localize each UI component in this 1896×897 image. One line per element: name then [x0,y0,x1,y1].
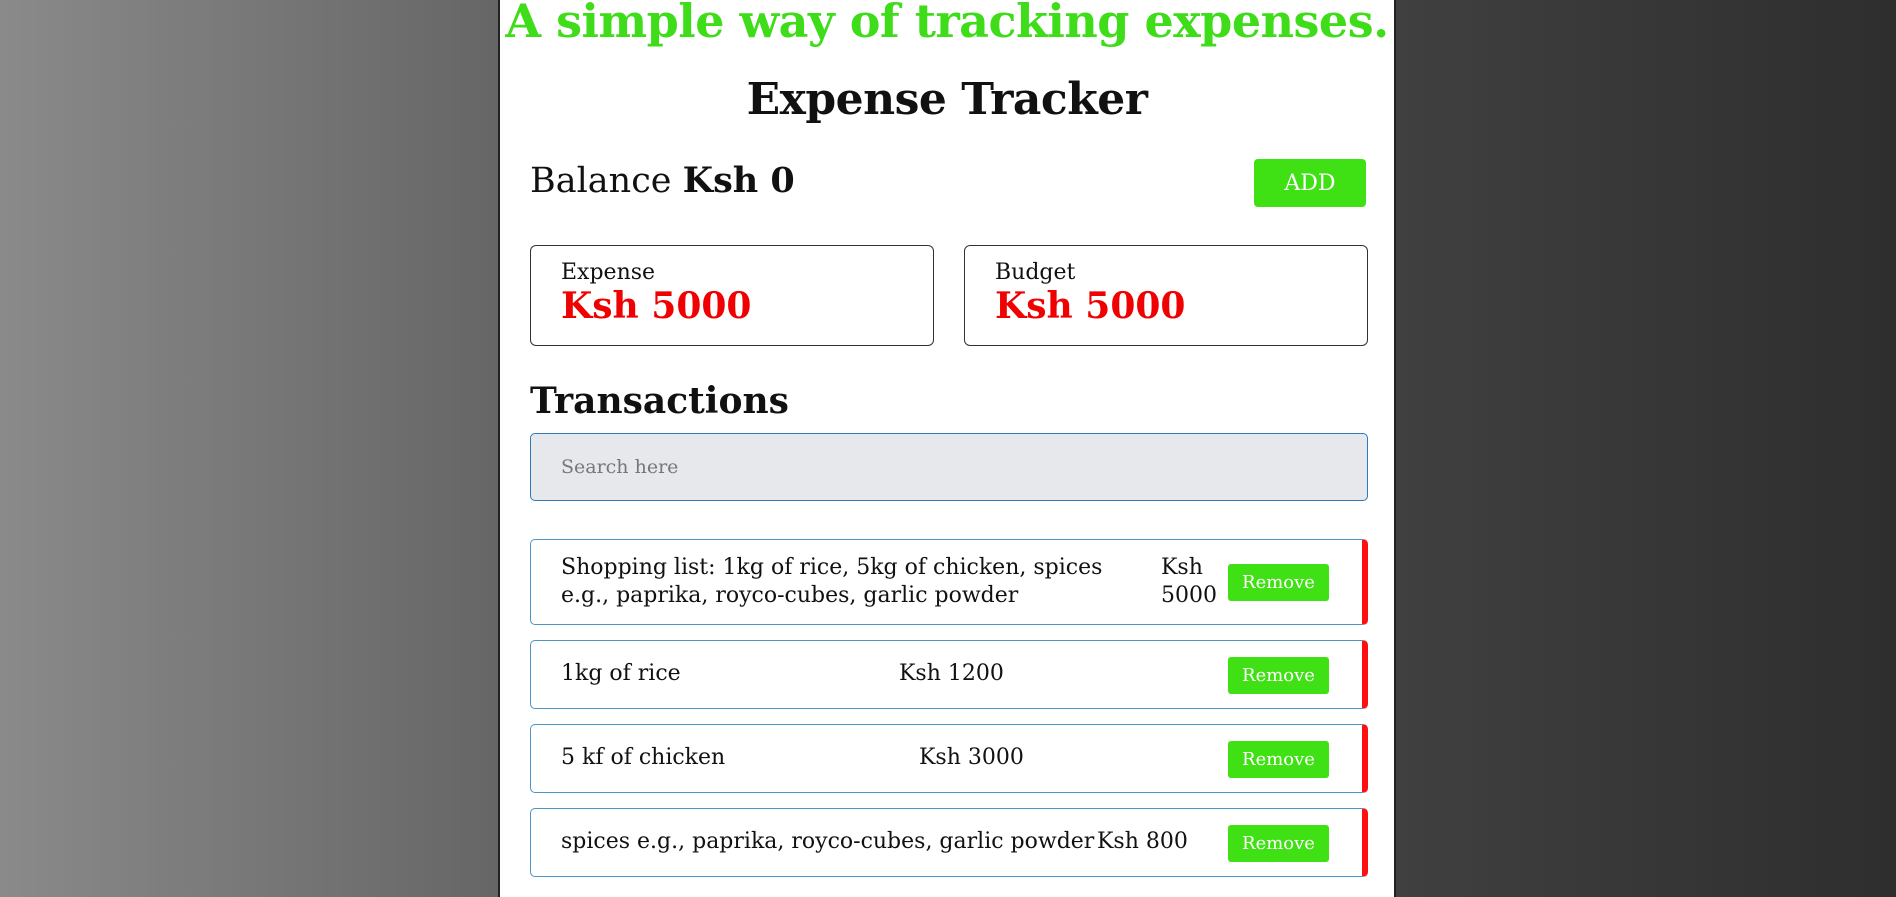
expense-card: Expense Ksh 5000 [530,245,934,346]
add-button[interactable]: ADD [1254,159,1366,207]
transaction-amount: Ksh 3000 [919,745,1024,770]
expense-label: Expense [561,260,656,285]
transaction-amount-value: 5000 [1161,583,1217,608]
search-input[interactable] [530,433,1368,501]
balance-label: Balance [530,161,672,201]
transaction-description: 5 kf of chicken [561,745,726,770]
budget-card: Budget Ksh 5000 [964,245,1368,346]
balance-row: Balance Ksh 0 [530,160,795,201]
transaction-description: 1kg of rice [561,661,681,686]
transaction-item: 5 kf of chicken Ksh 3000 Remove [530,724,1368,793]
transaction-item: 1kg of rice Ksh 1200 Remove [530,640,1368,709]
transaction-item: Shopping list: 1kg of rice, 5kg of chick… [530,539,1368,625]
transaction-description: spices e.g., paprika, royco-cubes, garli… [561,829,1095,854]
remove-button[interactable]: Remove [1228,825,1329,862]
balance-value: Ksh 0 [682,160,795,201]
expense-tracker-panel: A simple way of tracking expenses. Expen… [498,0,1396,897]
transaction-description: Shopping list: 1kg of rice, 5kg of chick… [561,555,1103,608]
budget-value: Ksh 5000 [995,285,1186,327]
tagline: A simple way of tracking expenses. [505,0,1389,48]
transaction-amount: Ksh 800 [1097,829,1188,854]
transaction-amount: Ksh 5000 [1161,554,1217,610]
remove-button[interactable]: Remove [1228,741,1329,778]
budget-label: Budget [995,260,1076,285]
remove-button[interactable]: Remove [1228,564,1329,601]
remove-button[interactable]: Remove [1228,657,1329,694]
transactions-title: Transactions [530,380,789,422]
transaction-amount-currency: Ksh [1161,555,1203,580]
transaction-amount: Ksh 1200 [899,661,1004,686]
transaction-item: spices e.g., paprika, royco-cubes, garli… [530,808,1368,877]
expense-value: Ksh 5000 [561,285,752,327]
page-title: Expense Tracker [746,74,1148,125]
